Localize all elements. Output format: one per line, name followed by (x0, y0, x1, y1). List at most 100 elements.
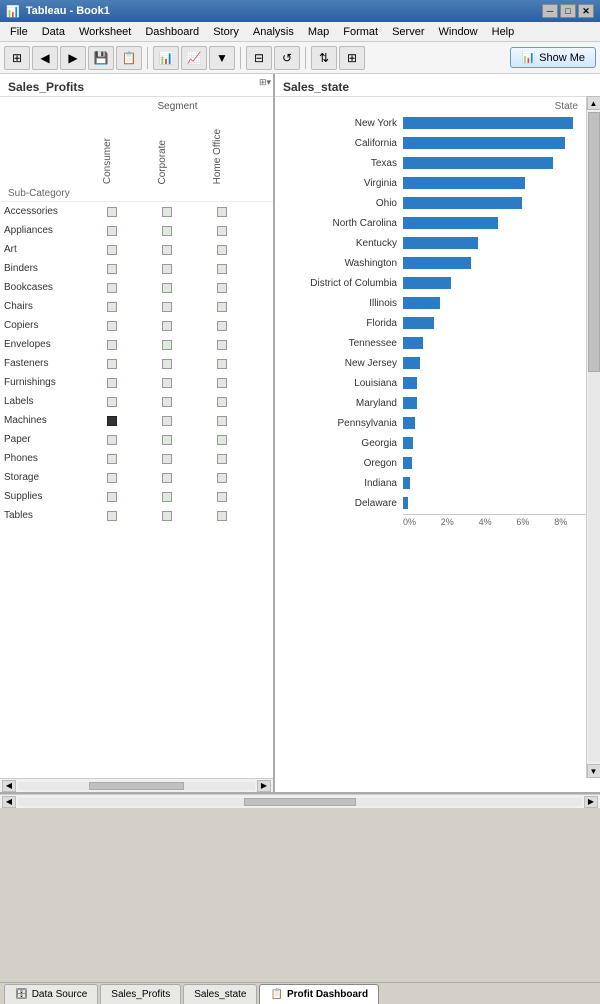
cell (84, 302, 139, 312)
refresh-button[interactable]: ↺ (274, 46, 300, 70)
row-cells (84, 264, 249, 274)
app-icon: 📊 (6, 5, 20, 18)
table-row[interactable]: Phones (0, 449, 273, 468)
menu-item-map[interactable]: Map (302, 24, 335, 40)
menu-item-data[interactable]: Data (36, 24, 71, 40)
sort-button[interactable]: ⇅ (311, 46, 337, 70)
tab-profit-dashboard[interactable]: 📋Profit Dashboard (259, 984, 379, 1004)
state-name: Kentucky (283, 238, 403, 249)
row-cells (84, 302, 249, 312)
window-title: Tableau - Book1 (26, 5, 542, 17)
state-name: Washington (283, 258, 403, 269)
show-me-button[interactable]: 📊 Show Me (510, 47, 596, 68)
table-row[interactable]: Labels (0, 392, 273, 411)
table-row[interactable]: Machines (0, 411, 273, 430)
tab-sales_state[interactable]: Sales_state (183, 984, 257, 1004)
cell-square (217, 340, 227, 350)
back-button[interactable]: ◀ (32, 46, 58, 70)
cell (194, 264, 249, 274)
tab-sales_profits[interactable]: Sales_Profits (100, 984, 181, 1004)
state-name: Florida (283, 318, 403, 329)
menu-item-format[interactable]: Format (337, 24, 384, 40)
cell (84, 378, 139, 388)
cell-square (162, 226, 172, 236)
main-scroll-thumb[interactable] (244, 798, 357, 806)
table-row[interactable]: Appliances (0, 221, 273, 240)
forward-button[interactable]: ▶ (60, 46, 86, 70)
axis-label: 6% (516, 517, 554, 527)
cell-square (217, 435, 227, 445)
sales-table[interactable]: Segment Consumer Corporate Home Office S… (0, 97, 273, 778)
main-scroll-left[interactable]: ◀ (2, 796, 16, 808)
cell (194, 359, 249, 369)
menu-item-help[interactable]: Help (486, 24, 521, 40)
copy-button[interactable]: 📋 (116, 46, 142, 70)
right-panel-vscrollbar[interactable]: ▲ ▼ (586, 96, 600, 778)
maximize-button[interactable]: □ (560, 4, 576, 18)
cell (84, 473, 139, 483)
table-row[interactable]: Binders (0, 259, 273, 278)
main-scroll-right[interactable]: ▶ (584, 796, 598, 808)
save-button[interactable]: 💾 (88, 46, 114, 70)
table-row[interactable]: Tables (0, 506, 273, 525)
cell (139, 378, 194, 388)
table-row[interactable]: Art (0, 240, 273, 259)
menu-item-server[interactable]: Server (386, 24, 430, 40)
scroll-thumb[interactable] (89, 782, 184, 790)
bar-container (403, 477, 592, 489)
vscroll-down-button[interactable]: ▼ (587, 764, 600, 778)
tab-data-source[interactable]: 🗄Data Source (4, 984, 98, 1004)
group-button[interactable]: ⊞ (339, 46, 365, 70)
menu-item-dashboard[interactable]: Dashboard (139, 24, 205, 40)
vscroll-thumb[interactable] (588, 112, 600, 372)
bar-container (403, 237, 592, 249)
bar-row: Ohio (283, 194, 592, 212)
cell-square (217, 454, 227, 464)
table-row[interactable]: Chairs (0, 297, 273, 316)
scroll-left-button[interactable]: ◀ (2, 780, 16, 792)
table-row[interactable]: Copiers (0, 316, 273, 335)
row-cells (84, 359, 249, 369)
scroll-right-button[interactable]: ▶ (257, 780, 271, 792)
vscroll-track[interactable] (588, 112, 600, 762)
row-label: Labels (4, 396, 84, 407)
left-panel-scrollbar[interactable]: ◀ ▶ (0, 778, 273, 792)
bar-button[interactable]: 📈 (181, 46, 207, 70)
row-cells (84, 416, 249, 426)
main-scroll-track[interactable] (18, 798, 582, 806)
table-row[interactable]: Paper (0, 430, 273, 449)
table-row[interactable]: Accessories (0, 202, 273, 221)
chart-button[interactable]: 📊 (153, 46, 179, 70)
main-hscrollbar[interactable]: ◀ ▶ (0, 794, 600, 808)
menu-bar: FileDataWorksheetDashboardStoryAnalysisM… (0, 22, 600, 42)
table-row[interactable]: Supplies (0, 487, 273, 506)
bar-fill (403, 117, 573, 129)
menu-item-story[interactable]: Story (207, 24, 245, 40)
menu-item-window[interactable]: Window (433, 24, 484, 40)
scroll-track[interactable] (18, 782, 255, 790)
table-row[interactable]: Storage (0, 468, 273, 487)
bar-fill (403, 437, 413, 449)
bar-container (403, 137, 592, 149)
panel-drag-handle[interactable]: ⊞▾ (257, 74, 273, 90)
right-panel: Sales_state State New YorkCaliforniaTexa… (275, 74, 600, 792)
table-row[interactable]: Bookcases (0, 278, 273, 297)
table-row[interactable]: Fasteners (0, 354, 273, 373)
grid-tool-button[interactable]: ⊞ (4, 46, 30, 70)
table-row[interactable]: Envelopes (0, 335, 273, 354)
close-button[interactable]: ✕ (578, 4, 594, 18)
state-name: District of Columbia (283, 278, 403, 289)
dropdown-button[interactable]: ▼ (209, 46, 235, 70)
menu-item-worksheet[interactable]: Worksheet (73, 24, 137, 40)
cell-square (107, 435, 117, 445)
bar-row: District of Columbia (283, 274, 592, 292)
bar-fill (403, 497, 408, 509)
bar-row: Oregon (283, 454, 592, 472)
toolbar: ⊞ ◀ ▶ 💾 📋 📊 📈 ▼ ⊟ ↺ ⇅ ⊞ 📊 Show Me (0, 42, 600, 74)
minimize-button[interactable]: ─ (542, 4, 558, 18)
filter-button[interactable]: ⊟ (246, 46, 272, 70)
table-row[interactable]: Furnishings (0, 373, 273, 392)
vscroll-up-button[interactable]: ▲ (587, 96, 600, 110)
menu-item-file[interactable]: File (4, 24, 34, 40)
menu-item-analysis[interactable]: Analysis (247, 24, 300, 40)
